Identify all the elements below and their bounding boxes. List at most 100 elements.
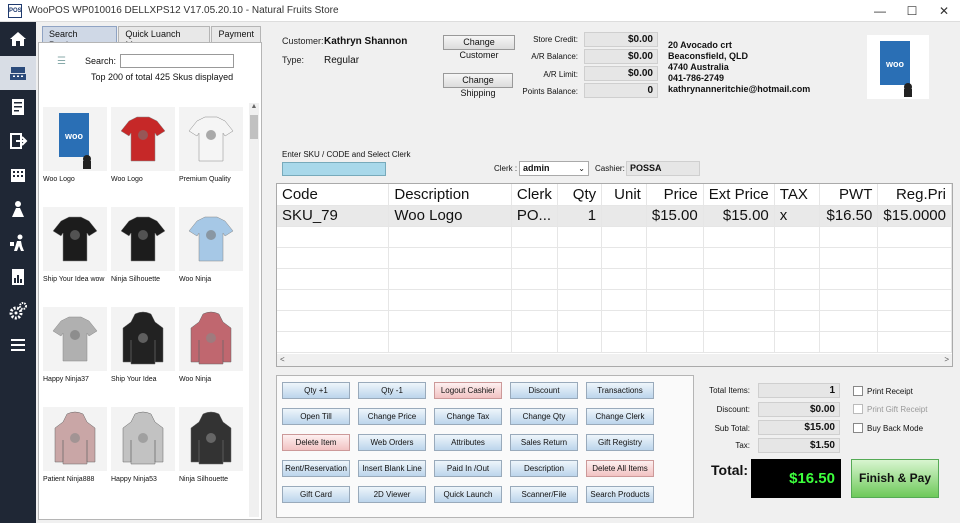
customer-type: Regular [324,55,360,66]
list-view-icon[interactable]: ☰ [57,56,69,67]
customer-phone: 041-786-2749 [668,73,725,83]
table-row[interactable] [277,310,952,332]
col-pwt[interactable]: PWT [819,184,879,206]
action-button-delete-item[interactable]: Delete Item [282,434,350,451]
action-button-discount[interactable]: Discount [510,382,578,399]
nav-employees[interactable] [0,226,36,260]
action-button-change-clerk[interactable]: Change Clerk [586,408,654,425]
action-button-quick-launch[interactable]: Quick Launch [434,486,502,503]
maximize-button[interactable]: ☐ [896,0,928,22]
action-button-qty-1[interactable]: Qty -1 [358,382,426,399]
product-tile[interactable]: Woo Ninja [179,307,245,383]
product-tile[interactable]: Premium Quality [179,107,245,183]
print-receipt-checkbox[interactable]: Print Receipt [853,386,913,396]
nav-customers[interactable] [0,192,36,226]
action-button-logout-cashier[interactable]: Logout Cashier [434,382,502,399]
product-tile[interactable]: Patient Ninja888 [43,407,109,483]
col-clerk[interactable]: Clerk [511,184,558,206]
action-button-transactions[interactable]: Transactions [586,382,654,399]
action-button-change-qty[interactable]: Change Qty [510,408,578,425]
col-tax[interactable]: TAX [774,184,820,206]
action-button-scanner-file[interactable]: Scanner/File [510,486,578,503]
customer-label: Customer: [282,36,324,46]
table-row[interactable]: SKU_79 Woo Logo PO... 1 $15.00 $15.00 x … [277,205,952,227]
tab-search-products[interactable]: Search Products [42,26,118,50]
action-button-paid-in-out[interactable]: Paid In /Out [434,460,502,477]
sku-input[interactable] [282,162,386,176]
customer-info: Customer: Kathryn Shannon Type: Regular [282,36,407,74]
product-tile[interactable]: Ninja Silhouette [111,207,177,283]
change-shipping-button[interactable]: Change Shipping [443,73,513,98]
nav-register[interactable] [0,56,36,90]
product-tile[interactable]: Happy Ninja37 [43,307,109,383]
product-tile[interactable]: Ship Your Idea [111,307,177,383]
change-customer-button[interactable]: Change Customer [443,35,515,60]
action-button-attributes[interactable]: Attributes [434,434,502,451]
action-button-change-tax[interactable]: Change Tax [434,408,502,425]
action-button-description[interactable]: Description [510,460,578,477]
table-row[interactable] [277,331,952,353]
finish-and-pay-button[interactable]: Finish & Pay [851,459,939,498]
product-tile[interactable]: Woo Logo [111,107,177,183]
nav-menu[interactable] [0,328,36,362]
buy-back-mode-checkbox[interactable]: Buy Back Mode [853,423,923,433]
action-button-gift-card[interactable]: Gift Card [282,486,350,503]
type-label: Type: [282,55,305,65]
action-button-sales-return[interactable]: Sales Return [510,434,578,451]
action-button-rent-reservation[interactable]: Rent/Reservation [282,460,350,477]
col-reg-price[interactable]: Reg.Pri [877,184,952,206]
table-horizontal-scrollbar[interactable]: < > [277,354,952,366]
nav-home[interactable] [0,22,36,56]
nav-store[interactable] [0,158,36,192]
close-button[interactable]: ✕ [928,0,960,22]
nav-exit[interactable] [0,124,36,158]
table-row[interactable] [277,289,952,311]
action-button-open-till[interactable]: Open Till [282,408,350,425]
col-description[interactable]: Description [388,184,512,206]
action-button-qty-1[interactable]: Qty +1 [282,382,350,399]
checkbox-box[interactable] [853,386,863,396]
product-image [43,407,107,471]
scroll-left-icon[interactable]: < [280,354,285,366]
action-button-2d-viewer[interactable]: 2D Viewer [358,486,426,503]
nav-invoice[interactable] [0,90,36,124]
tab-quick-launch-menus[interactable]: Quick Luanch Menus [118,26,211,50]
action-button-change-price[interactable]: Change Price [358,408,426,425]
scroll-right-icon[interactable]: > [944,354,949,366]
action-button-web-orders[interactable]: Web Orders [358,434,426,451]
table-row[interactable] [277,226,952,248]
product-tile[interactable]: Ninja Silhouette [179,407,245,483]
action-button-search-products[interactable]: Search Products [586,486,654,503]
clerk-select[interactable]: admin ⌄ [519,161,589,176]
action-button-delete-all-items[interactable]: Delete All Items [586,460,654,477]
scroll-thumb[interactable] [250,115,258,139]
tab-payment[interactable]: Payment [211,26,261,42]
checkbox-box[interactable] [853,423,863,433]
checkbox-box[interactable] [853,404,863,414]
product-tile[interactable]: Happy Ninja53 [111,407,177,483]
col-qty[interactable]: Qty [557,184,603,206]
scroll-up-icon[interactable]: ▲ [249,103,259,110]
col-unit[interactable]: Unit [601,184,647,206]
nav-reports[interactable] [0,260,36,294]
action-button-gift-registry[interactable]: Gift Registry [586,434,654,451]
col-ext-price[interactable]: Ext Price [703,184,775,206]
ar-balance-label: A/R Balance: [531,52,578,61]
points-balance-label: Points Balance: [522,87,578,96]
print-gift-receipt-checkbox[interactable]: Print Gift Receipt [853,404,927,414]
product-tile[interactable]: Woo Ninja [179,207,245,283]
store-credit-value: $0.00 [584,32,658,47]
col-code[interactable]: Code [277,184,390,206]
product-tile[interactable]: Ship Your Idea wow [43,207,109,283]
tax-label: Tax: [735,441,750,450]
product-search-input[interactable] [120,54,235,68]
col-price[interactable]: Price [646,184,704,206]
table-row[interactable] [277,268,952,290]
action-button-insert-blank-line[interactable]: Insert Blank Line [358,460,426,477]
product-tile[interactable]: woo Woo Logo [43,107,109,183]
product-scrollbar[interactable]: ▲ [249,103,259,517]
minimize-button[interactable]: — [864,0,896,22]
nav-settings[interactable] [0,294,36,328]
svg-text:woo: woo [885,59,904,69]
table-row[interactable] [277,247,952,269]
